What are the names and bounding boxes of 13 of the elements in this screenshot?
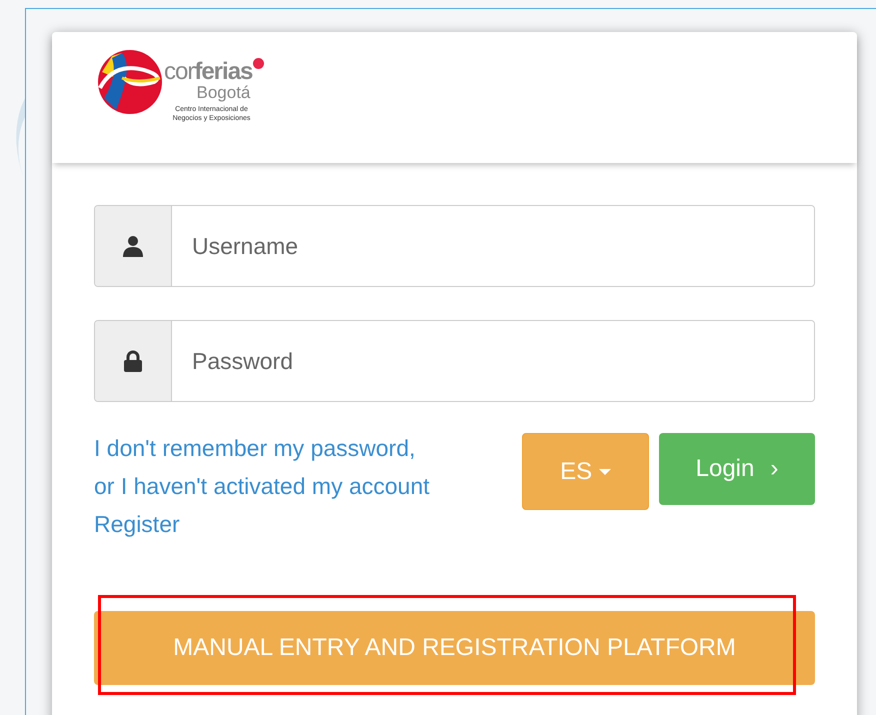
lock-icon [123, 350, 143, 372]
user-icon [122, 235, 144, 257]
password-field[interactable]: Password [94, 320, 815, 402]
username-field[interactable]: Username [94, 205, 815, 287]
register-link[interactable]: Register [94, 505, 522, 543]
forgot-password-link[interactable]: I don't remember my password, or I haven't activated my account [94, 429, 522, 505]
login-button[interactable]: Login › [659, 433, 815, 505]
language-dropdown[interactable]: ES [522, 433, 649, 510]
manual-button[interactable]: MANUAL ENTRY AND REGISTRATION PLATFORM [94, 611, 815, 685]
caret-icon [598, 469, 611, 476]
seal-icon [253, 58, 264, 69]
logo-city: Bogotá [196, 84, 250, 101]
logo-wordmark: corferias [164, 60, 252, 84]
